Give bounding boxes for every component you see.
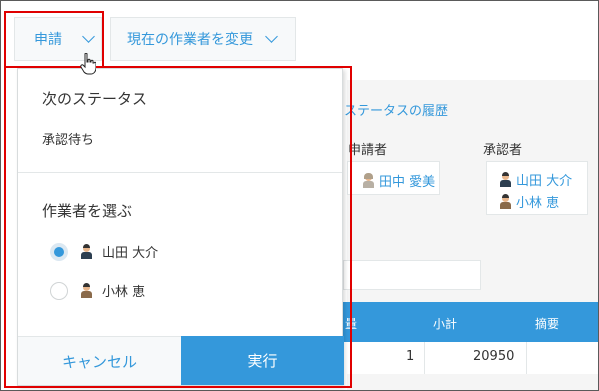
record-text-field[interactable] xyxy=(343,260,481,290)
user-avatar-icon xyxy=(80,282,92,298)
table-row: 1 20950 xyxy=(343,342,598,374)
status-history-link[interactable]: ステータスの履歴 xyxy=(344,100,448,119)
execute-button[interactable]: 実行 xyxy=(181,336,344,385)
next-status-value: 承認待ち xyxy=(42,133,95,148)
cell-value: 1 xyxy=(406,349,415,364)
radio-button-selected[interactable] xyxy=(50,242,68,261)
column-header: 小計 xyxy=(433,317,458,331)
user-link-approver[interactable]: 小林 恵 xyxy=(499,192,559,211)
user-avatar-icon xyxy=(499,193,511,209)
worker-name: 小林 恵 xyxy=(102,285,146,300)
status-action-dropdown: 次のステータス 承認待ち 作業者を選ぶ 山田 大介 小林 恵 キャンセル 実行 xyxy=(17,68,344,386)
radio-button[interactable] xyxy=(50,281,68,300)
apply-action-label: 申請 xyxy=(34,32,62,48)
user-avatar-icon xyxy=(362,172,374,188)
user-name: 山田 大介 xyxy=(516,174,573,189)
divider xyxy=(18,172,342,173)
worker-option-kobayashi[interactable]: 小林 恵 xyxy=(50,281,145,300)
user-avatar-icon xyxy=(499,171,511,187)
approver-header: 承認者 xyxy=(483,143,523,158)
cancel-button[interactable]: キャンセル xyxy=(18,336,181,385)
user-link-applicant[interactable]: 田中 愛美 xyxy=(362,171,435,190)
change-worker-label: 現在の作業者を変更 xyxy=(127,32,253,48)
change-worker-button[interactable]: 現在の作業者を変更 xyxy=(110,17,296,61)
column-header: 摘要 xyxy=(535,317,560,331)
worker-name: 山田 大介 xyxy=(102,246,159,261)
chevron-down-icon xyxy=(82,30,95,43)
user-link-approver[interactable]: 山田 大介 xyxy=(499,170,572,189)
column-header: 量 xyxy=(345,317,358,331)
user-avatar-icon xyxy=(80,243,92,259)
user-name: 小林 恵 xyxy=(516,196,560,211)
next-status-title: 次のステータス xyxy=(42,90,148,108)
chevron-down-icon xyxy=(265,30,278,43)
select-worker-title: 作業者を選ぶ xyxy=(42,202,133,220)
cell-value: 20950 xyxy=(473,349,515,364)
table-header: 量 小計 摘要 xyxy=(343,302,598,342)
worker-option-yamada[interactable]: 山田 大介 xyxy=(50,242,158,261)
user-name: 田中 愛美 xyxy=(379,175,436,190)
applicant-header: 申請者 xyxy=(348,143,388,158)
hand-cursor-icon xyxy=(80,53,96,75)
